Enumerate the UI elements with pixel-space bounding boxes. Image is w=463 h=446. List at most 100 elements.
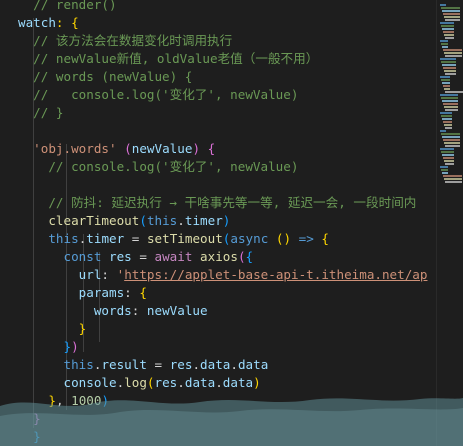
minimap-line xyxy=(445,73,456,75)
code-line[interactable]: // } xyxy=(18,104,64,122)
code-line[interactable]: this.timer = setTimeout(async () => { xyxy=(18,230,329,248)
code-token: this xyxy=(63,357,94,372)
minimap-line xyxy=(442,136,460,138)
minimap-line xyxy=(443,139,460,141)
code-line[interactable]: const res = await axios({ xyxy=(18,248,254,266)
code-token: console xyxy=(63,375,117,390)
code-line[interactable]: // render() xyxy=(18,0,117,14)
minimap-line xyxy=(444,16,460,18)
code-token: ) xyxy=(222,213,231,228)
minimap-line xyxy=(445,55,462,57)
code-token: // newValue新值, oldValue老值（一般不用） xyxy=(18,51,319,66)
code-line[interactable]: } xyxy=(18,428,41,446)
code-token: data xyxy=(184,375,216,390)
code-editor[interactable]: // render() watch: { // 该方法会在数据变化时调用执行 //… xyxy=(0,0,437,446)
code-token: . xyxy=(177,213,185,228)
minimap-line xyxy=(440,4,446,6)
minimap-line xyxy=(444,142,460,144)
code-line[interactable]: clearTimeout(this.timer) xyxy=(18,212,230,230)
code-token: timer xyxy=(184,213,223,228)
code-token: // console.log('变化了', newValue) xyxy=(18,159,299,174)
code-token: data xyxy=(222,375,254,390)
code-token: // } xyxy=(18,105,64,120)
code-token: ) xyxy=(253,375,261,390)
code-token: der() xyxy=(78,0,117,12)
minimap-line xyxy=(440,148,454,150)
code-token: async xyxy=(230,231,269,246)
code-token: newValue xyxy=(146,303,208,318)
minimap-line xyxy=(444,106,458,108)
minimap-line xyxy=(440,166,448,168)
minimap-line xyxy=(444,52,462,54)
code-line[interactable]: // console.log('变化了', newValue) xyxy=(18,158,298,176)
code-line[interactable]: }, 1000) xyxy=(18,392,109,410)
minimap-line xyxy=(442,10,460,12)
code-token: https://applet-base-api-t.itheima.net/ap xyxy=(124,267,428,282)
code-token: res xyxy=(154,375,178,390)
code-token: { xyxy=(207,141,216,156)
code-token: ) xyxy=(101,393,110,408)
code-token: ( xyxy=(139,213,147,228)
code-token: // 该方法会在数据变化时调用执行 xyxy=(18,33,233,48)
code-token: } xyxy=(78,321,87,336)
code-line[interactable]: // words (newValue) { xyxy=(18,68,192,86)
code-line[interactable]: url: 'https://applet-base-api-t.itheima.… xyxy=(18,266,428,284)
code-line[interactable]: } xyxy=(18,320,87,338)
code-token: newValue xyxy=(131,141,193,156)
minimap-line xyxy=(444,160,454,162)
code-line[interactable]: // newValue新值, oldValue老值（一般不用） xyxy=(18,50,318,68)
code-token: ( xyxy=(146,375,155,390)
code-token: () xyxy=(275,231,292,246)
code-token: { xyxy=(245,249,254,264)
code-line[interactable]: } xyxy=(18,410,41,428)
code-line[interactable]: console.log(res.data.data) xyxy=(18,374,261,392)
minimap-line xyxy=(442,46,448,48)
code-line[interactable]: // 防抖: 延迟执行 → 干啥事先等一等, 延迟一会, 一段时间内 xyxy=(18,194,416,212)
minimap-line xyxy=(442,82,450,84)
code-token: => xyxy=(298,231,314,246)
code-token: this xyxy=(146,213,178,228)
minimap-line xyxy=(445,181,462,183)
minimap-line xyxy=(445,91,463,93)
minimap-line xyxy=(445,109,458,111)
minimap[interactable] xyxy=(436,0,463,446)
code-line[interactable]: words: newValue xyxy=(18,302,208,320)
code-line[interactable]: // console.log('变化了', newValue) xyxy=(18,86,298,104)
code-token: . xyxy=(177,375,185,390)
minimap-line xyxy=(441,79,450,81)
code-token: = xyxy=(131,249,155,264)
code-token: await xyxy=(154,249,193,264)
code-line[interactable]: }) xyxy=(18,338,79,356)
code-token: { xyxy=(139,285,147,300)
code-token: ( xyxy=(237,249,246,264)
code-line[interactable]: watch: { xyxy=(18,14,79,32)
code-token: data xyxy=(200,357,231,372)
minimap-line xyxy=(445,163,454,165)
code-token: = xyxy=(124,231,147,246)
minimap-line xyxy=(445,19,460,21)
code-token: result xyxy=(101,357,147,372)
code-token: { xyxy=(321,231,330,246)
code-token: words xyxy=(93,303,132,318)
code-line[interactable]: params: { xyxy=(18,284,147,302)
code-token: setTimeout xyxy=(146,231,223,246)
minimap-line xyxy=(441,25,454,27)
code-line[interactable]: 'obj.words' (newValue) { xyxy=(18,140,215,158)
minimap-line xyxy=(442,64,456,66)
minimap-line xyxy=(442,28,454,30)
minimap-line xyxy=(444,88,450,90)
minimap-line xyxy=(445,37,454,39)
code-line[interactable]: // 该方法会在数据变化时调用执行 xyxy=(18,32,232,50)
code-token: this xyxy=(48,231,79,246)
code-line[interactable]: this.result = res.data.data xyxy=(18,356,269,374)
